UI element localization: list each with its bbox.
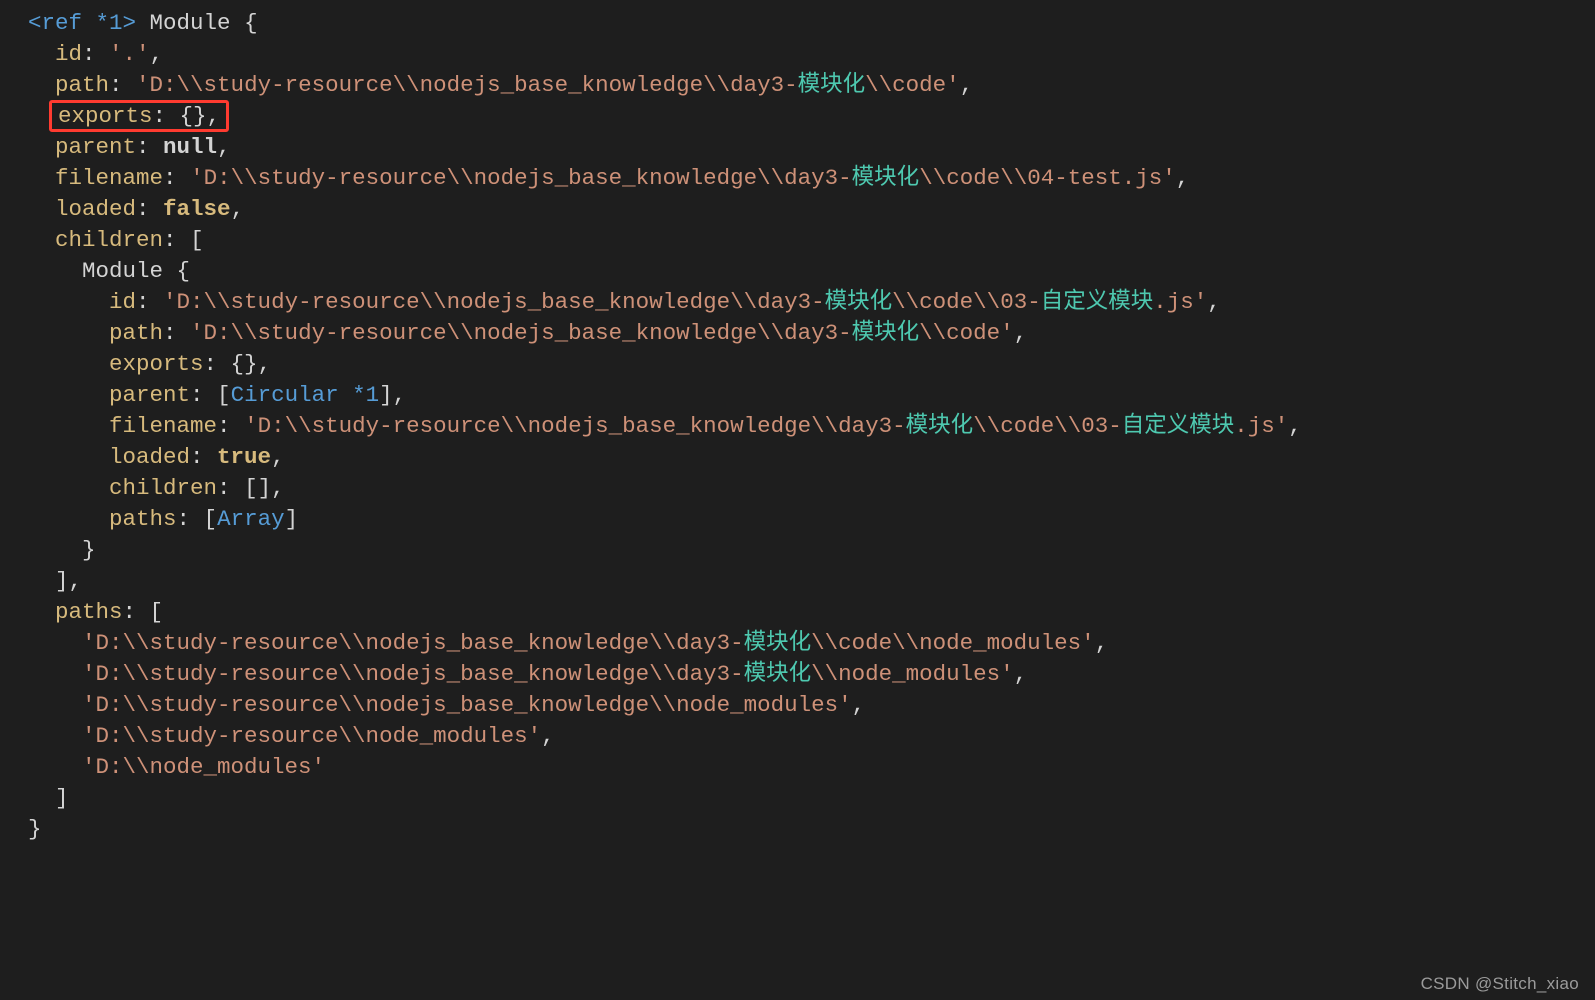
child-prop-children: children — [109, 475, 217, 501]
module-label: Module — [136, 10, 244, 36]
child-prop-paths: paths — [109, 506, 177, 532]
prop-id: id — [55, 41, 82, 67]
prop-path: path — [55, 72, 109, 98]
path-item: 'D:\\study-resource\\node_modules' — [82, 723, 541, 749]
brace-close: } — [28, 816, 42, 842]
path-item: 'D:\\node_modules' — [82, 754, 325, 780]
child-prop-exports: exports — [109, 351, 204, 377]
path-item: 'D:\\study-resource\\nodejs_base_knowled… — [82, 630, 744, 656]
child-prop-path: path — [109, 320, 163, 346]
ref-tag: <ref *1> — [28, 10, 136, 36]
path-item: 'D:\\study-resource\\nodejs_base_knowled… — [82, 692, 852, 718]
exports-highlight: exports: {}, — [49, 100, 229, 132]
paths-close: ] — [55, 785, 69, 811]
watermark: CSDN @Stitch_xiao — [1421, 974, 1579, 994]
child-prop-parent: parent — [109, 382, 190, 408]
child-brace-close: } — [82, 537, 96, 563]
path-item: 'D:\\study-resource\\nodejs_base_knowled… — [82, 661, 744, 687]
child-prop-filename: filename — [109, 413, 217, 439]
child-prop-id: id — [109, 289, 136, 315]
prop-filename: filename — [55, 165, 163, 191]
terminal-output: <ref *1> Module { id: '.', path: 'D:\\st… — [0, 0, 1595, 845]
prop-paths: paths — [55, 599, 123, 625]
prop-exports: exports — [58, 103, 153, 129]
brace: { — [244, 10, 258, 36]
prop-loaded: loaded — [55, 196, 136, 222]
prop-parent: parent — [55, 134, 136, 160]
prop-children: children — [55, 227, 163, 253]
children-close: ], — [55, 568, 82, 594]
child-prop-loaded: loaded — [109, 444, 190, 470]
child-module-label: Module — [82, 258, 177, 284]
